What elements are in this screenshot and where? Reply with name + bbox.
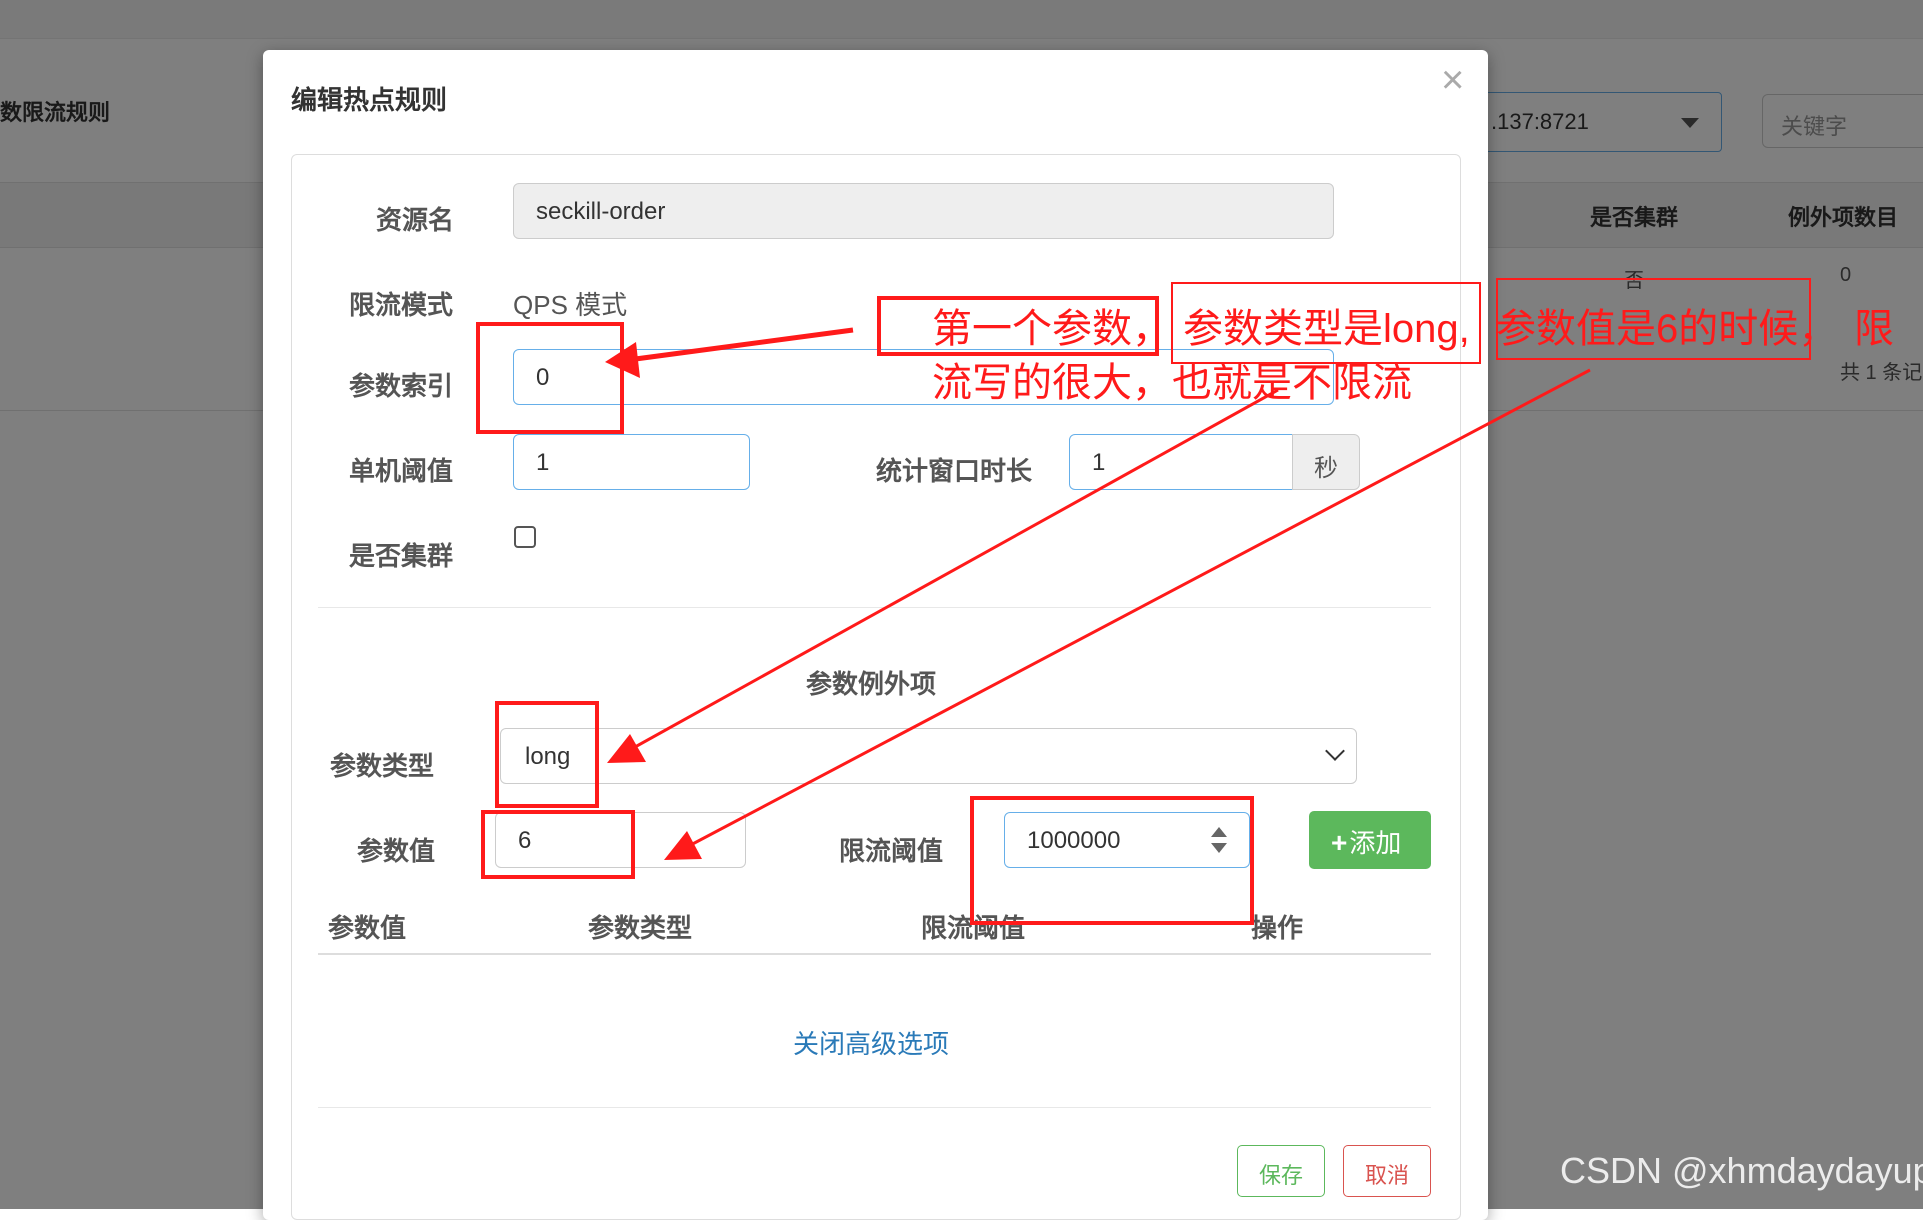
arrow-line-param-index	[627, 327, 854, 363]
arrow-head-param-index	[605, 342, 640, 378]
arrow-head-param-type	[607, 734, 646, 763]
watermark: CSDN @xhmdaydayup	[1560, 1150, 1923, 1191]
annotation-arrows	[605, 327, 1591, 860]
arrow-line-param-value	[684, 368, 1591, 850]
arrow-line-param-type	[625, 388, 1279, 754]
arrow-head-param-value	[664, 831, 702, 860]
